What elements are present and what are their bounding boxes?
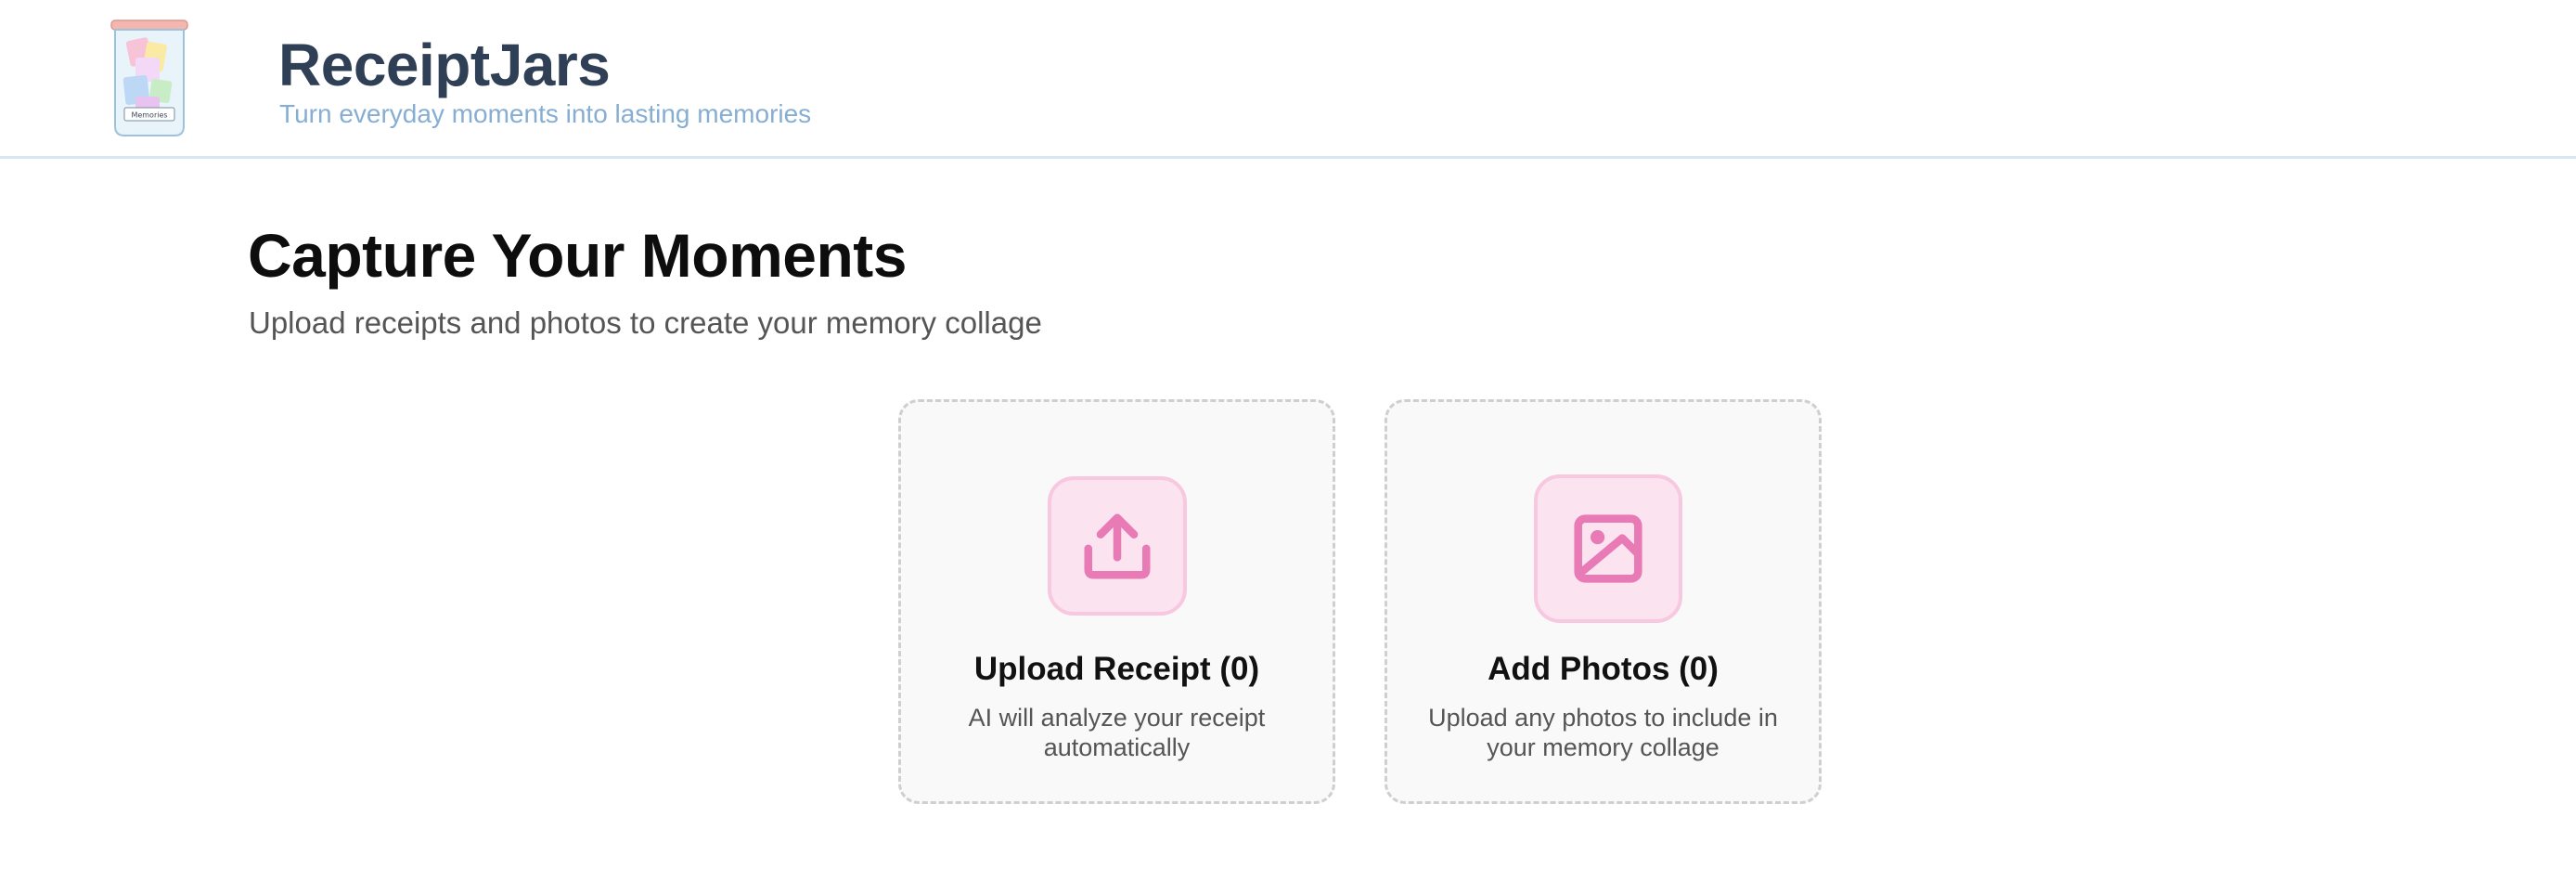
add-photos-card[interactable]: Add Photos (0) Upload any photos to incl… <box>1385 399 1822 804</box>
brand-tagline: Turn everyday moments into lasting memor… <box>279 99 812 128</box>
image-icon-container <box>1534 474 1682 623</box>
upload-icon-container <box>1048 476 1187 616</box>
upload-receipt-title: Upload Receipt (0) <box>973 651 1260 687</box>
add-photos-description: Upload any photos to include in your mem… <box>1428 704 1778 761</box>
app-header: Memories ReceiptJars Turn everyday momen… <box>0 0 2576 159</box>
receipt-jar-logo[interactable]: Memories <box>108 19 191 139</box>
add-photos-title: Add Photos (0) <box>1488 651 1719 687</box>
page-title: Capture Your Moments <box>248 221 907 290</box>
page-subtitle: Upload receipts and photos to create you… <box>249 305 1042 340</box>
upload-receipt-card[interactable]: Upload Receipt (0) AI will analyze your … <box>898 399 1335 804</box>
upload-receipt-description: AI will analyze your receipt automatical… <box>968 704 1266 761</box>
brand-title: ReceiptJars <box>278 32 611 98</box>
upload-icon <box>1084 513 1151 579</box>
logo-jar-label: Memories <box>131 111 167 120</box>
image-icon <box>1574 514 1642 583</box>
